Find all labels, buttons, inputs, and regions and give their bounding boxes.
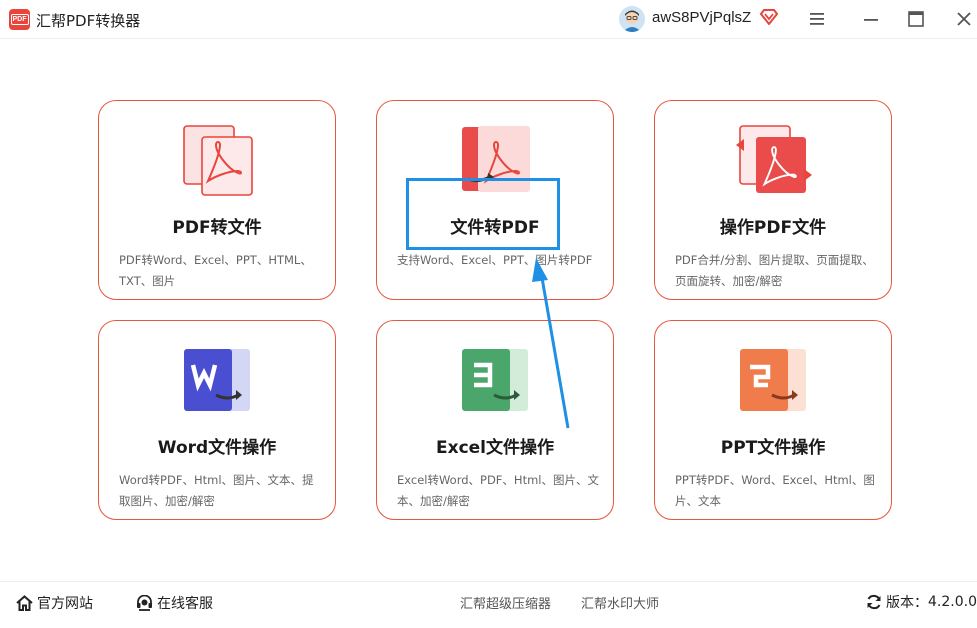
card-desc: PDF合并/分割、图片提取、页面提取、页面旋转、加密/解密 xyxy=(675,253,874,288)
card-pdf-to-file[interactable]: PDF转文件 PDF转Word、Excel、PPT、HTML、TXT、图片 xyxy=(98,100,336,300)
card-title: 操作PDF文件 xyxy=(719,218,827,238)
avatar[interactable] xyxy=(619,6,645,32)
online-service-link[interactable]: 在线客服 xyxy=(136,593,213,613)
app-logo-icon: PDF xyxy=(9,9,30,30)
card-title: Word文件操作 xyxy=(157,438,277,458)
pdf-to-file-icon xyxy=(183,125,253,196)
official-site-label: 官方网站 xyxy=(37,596,93,612)
card-operate-pdf[interactable]: 操作PDF文件 PDF合并/分割、图片提取、页面提取、页面旋转、加密/解密 xyxy=(654,100,892,300)
username[interactable]: awS8PVjPqlsZ xyxy=(652,9,751,26)
card-title: PPT文件操作 xyxy=(720,438,826,458)
word-icon xyxy=(184,349,250,411)
user-avatar-icon xyxy=(619,6,645,32)
home-icon xyxy=(16,595,33,611)
card-ppt-ops[interactable]: PPT文件操作 PPT转PDF、Word、Excel、Html、图片、文本 xyxy=(654,320,892,520)
card-desc: PDF转Word、Excel、PPT、HTML、TXT、图片 xyxy=(119,253,312,288)
operate-pdf-icon xyxy=(736,125,812,193)
card-desc: Excel转Word、PDF、Html、图片、文本、加密/解密 xyxy=(397,473,599,508)
official-site-link[interactable]: 官方网站 xyxy=(16,593,93,613)
footer: 官方网站 在线客服 汇帮超级压缩器 汇帮水印大师 版本： 4.2.0.0 xyxy=(0,581,977,628)
close-icon[interactable] xyxy=(955,10,973,28)
file-to-pdf-icon xyxy=(462,126,530,192)
card-title: PDF转文件 xyxy=(172,218,262,238)
card-desc: PPT转PDF、Word、Excel、Html、图片、文本 xyxy=(675,473,875,508)
card-title: Excel文件操作 xyxy=(435,438,554,458)
watermark-link[interactable]: 汇帮水印大师 xyxy=(581,593,659,612)
card-file-to-pdf[interactable]: 文件转PDF 支持Word、Excel、PPT、图片转PDF xyxy=(376,100,614,300)
vip-diamond-icon[interactable] xyxy=(760,9,778,25)
compressor-link[interactable]: 汇帮超级压缩器 xyxy=(460,593,551,612)
card-desc: 支持Word、Excel、PPT、图片转PDF xyxy=(397,253,593,267)
ppt-icon xyxy=(740,349,806,411)
refresh-icon xyxy=(867,594,881,610)
card-desc: Word转PDF、Html、图片、文本、提取图片、加密/解密 xyxy=(119,473,314,508)
menu-icon[interactable] xyxy=(808,11,826,27)
maximize-icon[interactable] xyxy=(907,10,925,28)
version-label: 版本： xyxy=(886,595,928,611)
app-logo-text: PDF xyxy=(10,14,29,25)
excel-icon xyxy=(462,349,528,411)
card-word-ops[interactable]: Word文件操作 Word转PDF、Html、图片、文本、提取图片、加密/解密 xyxy=(98,320,336,520)
headset-icon xyxy=(137,595,152,611)
minimize-icon[interactable] xyxy=(861,9,881,29)
version-info[interactable]: 版本： 4.2.0.0 xyxy=(866,592,977,612)
version-value: 4.2.0.0 xyxy=(928,594,977,610)
title-bar: PDF 汇帮PDF转换器 awS8PVjPqlsZ xyxy=(0,0,977,39)
annotation-arrow-icon xyxy=(532,258,570,429)
online-service-label: 在线客服 xyxy=(157,596,213,612)
card-title: 文件转PDF xyxy=(450,218,540,238)
card-excel-ops[interactable]: Excel文件操作 Excel转Word、PDF、Html、图片、文本、加密/解… xyxy=(376,320,614,520)
app-title: 汇帮PDF转换器 xyxy=(36,12,141,30)
